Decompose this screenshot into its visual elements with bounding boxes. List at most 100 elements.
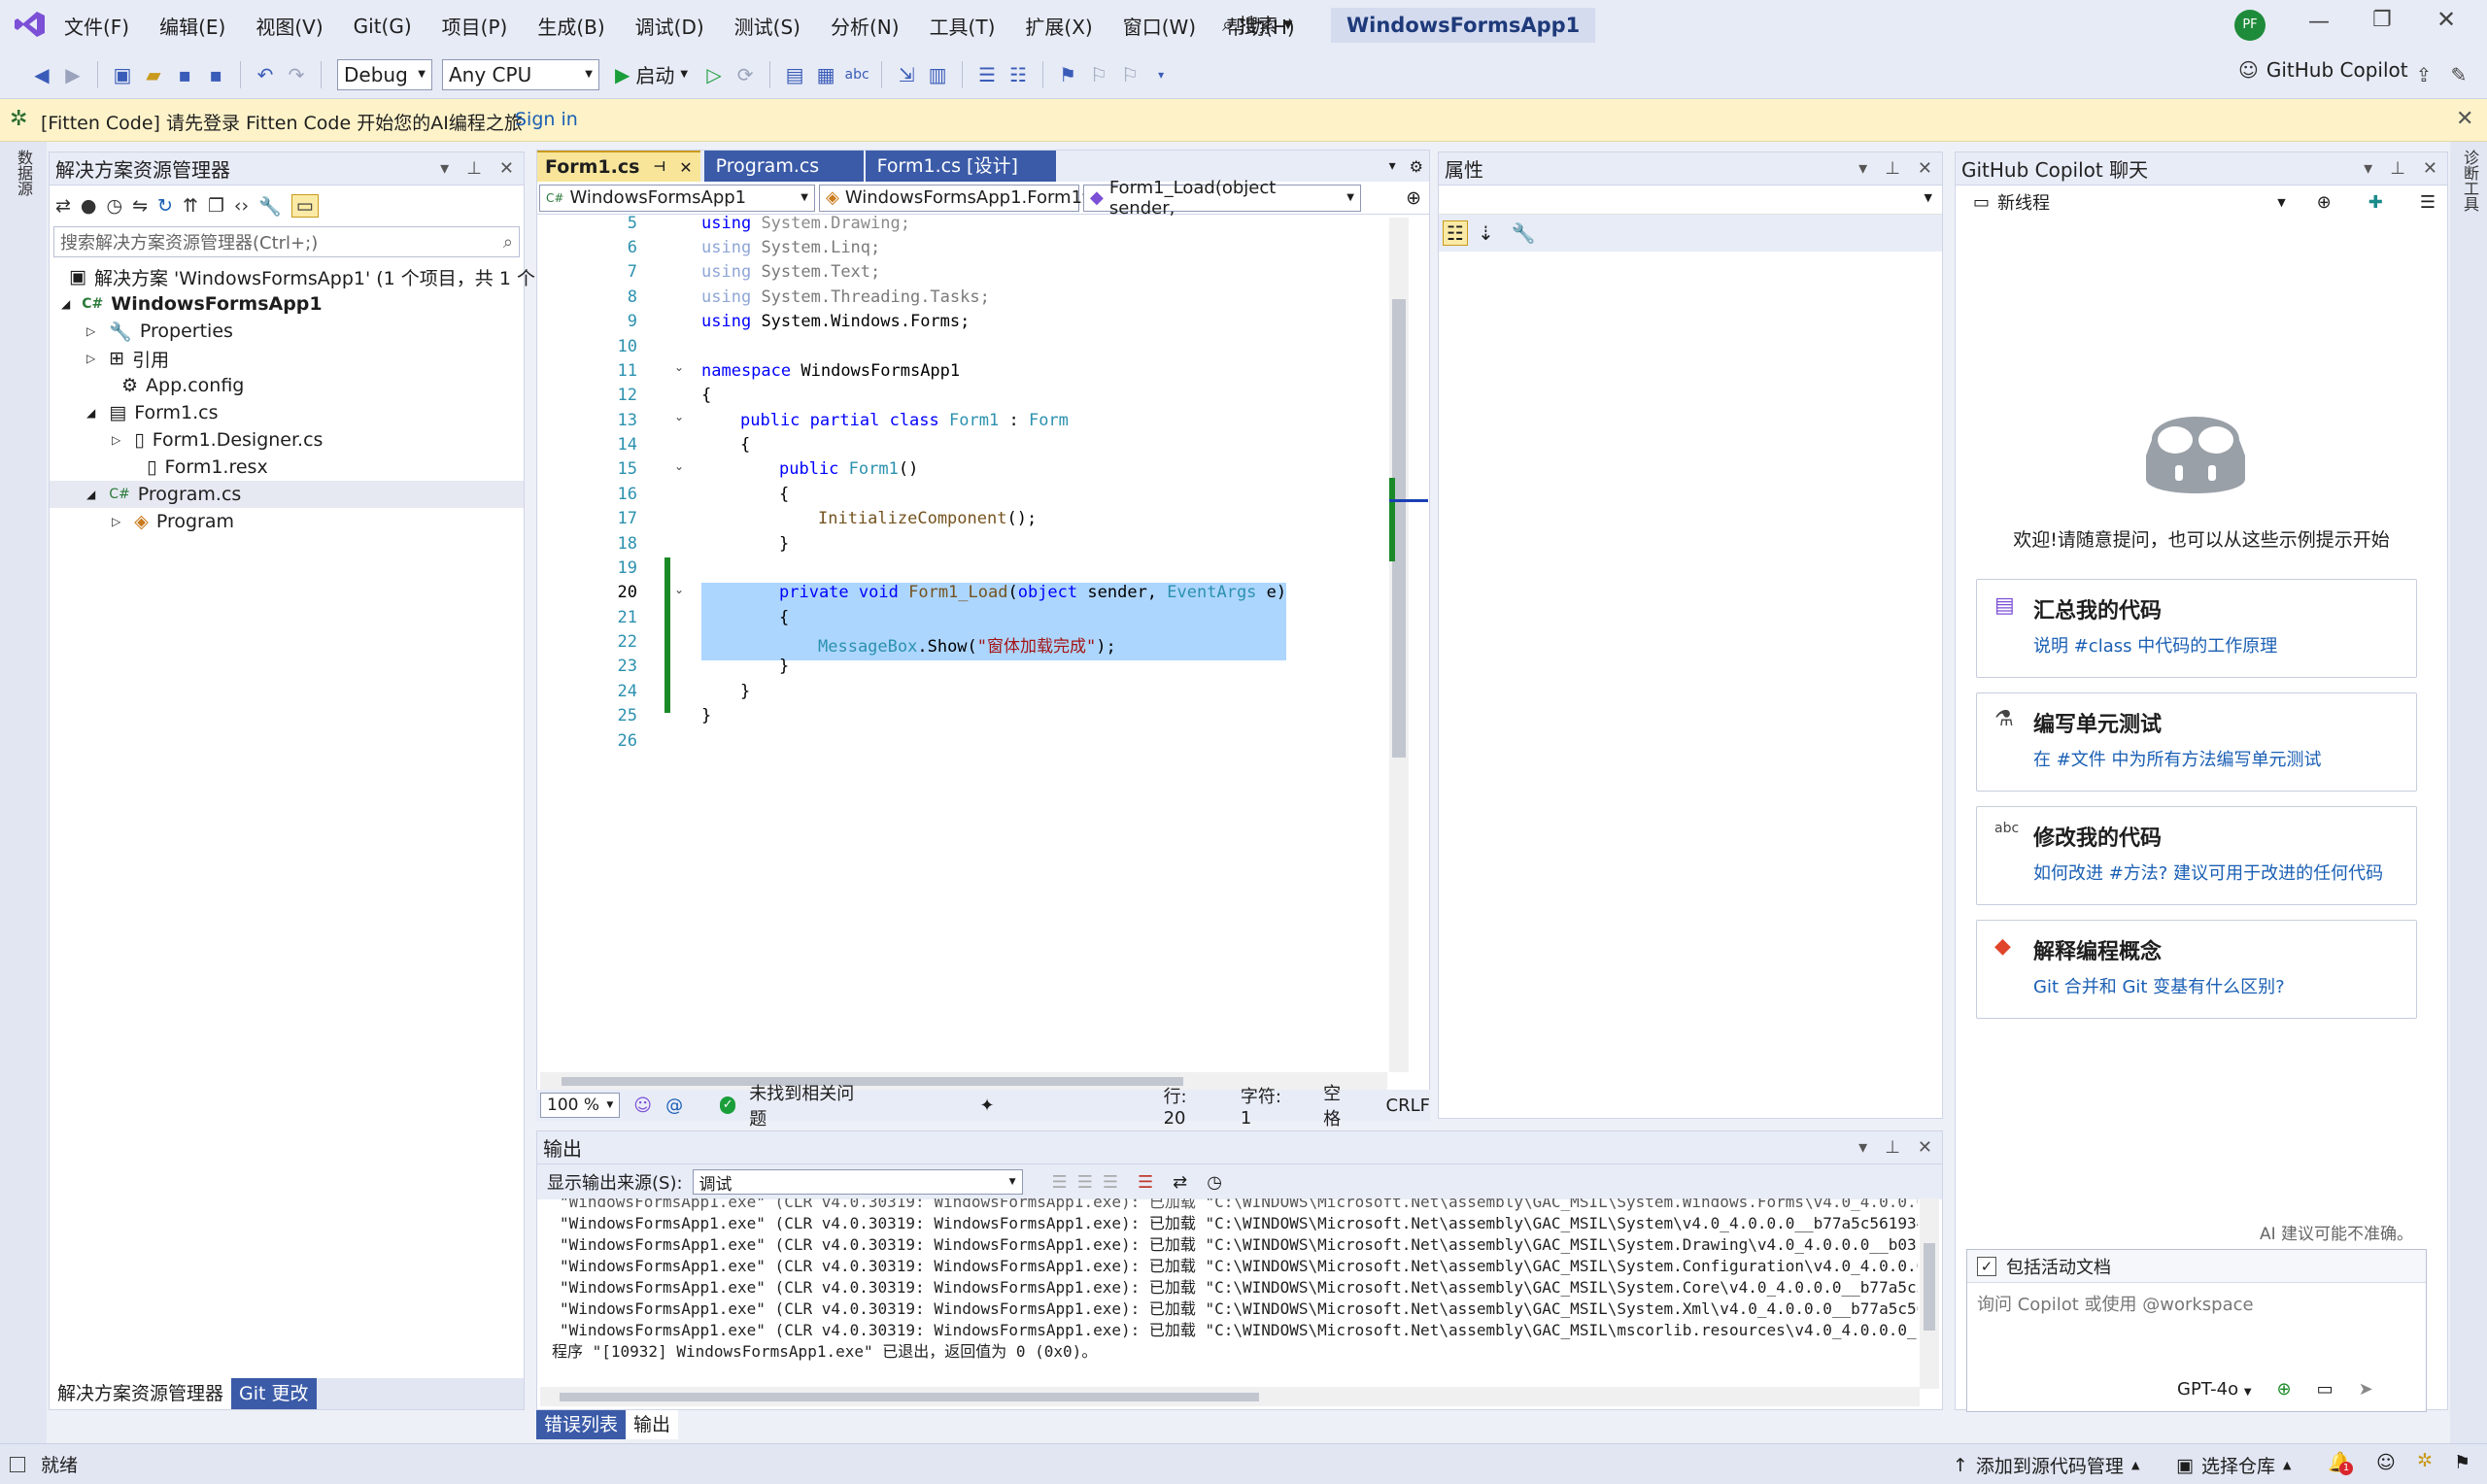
dropdown-icon[interactable]: ▾ xyxy=(440,158,449,179)
close-icon[interactable]: ✕ xyxy=(2423,158,2437,179)
issues-text[interactable]: 未找到相关问题 xyxy=(749,1080,859,1130)
menu-window[interactable]: 窗口(W) xyxy=(1123,12,1196,40)
browse-icon[interactable]: ▤ xyxy=(780,60,809,89)
data-sources-tab[interactable]: 数据源 xyxy=(12,150,35,196)
menu-tools[interactable]: 工具(T) xyxy=(930,12,996,40)
bookmark-next-icon[interactable]: ⚐ xyxy=(1115,60,1144,89)
prompt-card-explain[interactable]: ◆ 解释编程概念 Git 合并和 Git 变基有什么区别? xyxy=(1976,920,2417,1019)
undo-icon[interactable]: ↶ xyxy=(251,60,280,89)
feedback-icon[interactable]: ⚑ xyxy=(2454,1452,2470,1473)
close-icon[interactable]: ✕ xyxy=(679,158,692,177)
tab-program-cs[interactable]: Program.cs xyxy=(703,151,864,182)
avatar[interactable]: PF xyxy=(2234,10,2266,41)
cleanup-icon[interactable]: ✦ xyxy=(979,1096,994,1116)
whitespace-indicator[interactable]: 空格 xyxy=(1323,1080,1354,1130)
outdent-icon[interactable]: ☷ xyxy=(1004,60,1033,89)
sign-in-link[interactable]: Sign in xyxy=(515,109,578,130)
tab-error-list[interactable]: 错误列表 xyxy=(536,1410,627,1439)
chevron-down-icon[interactable]: ▼ xyxy=(2277,196,2285,209)
member-dropdown[interactable]: ◆ Form1_Load(object sender, ▼ xyxy=(1083,178,1361,219)
output-text[interactable]: "WindowsFormsApp1.exe" (CLR v4.0.30319: … xyxy=(538,1198,1918,1389)
close-icon[interactable]: ✕ xyxy=(1918,158,1932,179)
references-icon[interactable]: ▭ xyxy=(2317,1379,2334,1400)
indent-icon[interactable]: ☰ xyxy=(972,60,1002,89)
bookmark-icon[interactable]: ⚑ xyxy=(1053,60,1082,89)
word-wrap-icon[interactable]: ⇄ xyxy=(1173,1172,1187,1193)
goto-source-icon[interactable]: ☰ xyxy=(1052,1172,1068,1193)
intellicode-icon[interactable]: @ xyxy=(665,1096,683,1116)
alphabetical-icon[interactable]: ⇣ xyxy=(1478,221,1494,245)
close-window-button[interactable]: ✕ xyxy=(2436,6,2456,33)
hot-reload-icon[interactable]: ⟳ xyxy=(731,60,760,89)
new-chat-icon[interactable]: ✚ xyxy=(2368,192,2383,213)
close-icon[interactable]: ✕ xyxy=(2456,107,2473,131)
model-select[interactable]: GPT-4o ▼ xyxy=(2177,1379,2252,1400)
zoom-select[interactable]: 100 % ▼ xyxy=(540,1093,621,1118)
project-dropdown[interactable]: C# WindowsFormsApp1 ▼ xyxy=(539,184,815,212)
dropdown-icon[interactable]: ▾ xyxy=(1858,1137,1867,1158)
menu-test[interactable]: 测试(S) xyxy=(734,12,801,40)
start-without-debug-icon[interactable]: ▷ xyxy=(699,60,729,89)
overflow-icon[interactable]: ▾ xyxy=(1146,60,1175,89)
output-vertical-scrollbar[interactable] xyxy=(1920,1198,1939,1389)
open-folder-icon[interactable]: ▰ xyxy=(139,60,168,89)
diagnostic-tools-tab[interactable]: 诊断工具 xyxy=(2458,150,2481,212)
split-icon[interactable]: ⊕ xyxy=(1406,187,1421,209)
menu-analyze[interactable]: 分析(N) xyxy=(831,12,900,40)
tab-form1-designer[interactable]: Form1.cs [设计] xyxy=(865,151,1056,182)
menu-debug[interactable]: 调试(D) xyxy=(635,12,704,40)
settings-icon[interactable]: ⚙ xyxy=(1410,157,1423,176)
pin-icon[interactable]: ⊥ xyxy=(2390,158,2405,179)
property-pages-icon[interactable]: 🔧 xyxy=(1512,221,1536,245)
fitten-status-icon[interactable]: ✲ xyxy=(2417,1450,2433,1471)
thread-select[interactable]: 新线程 xyxy=(1997,189,2050,215)
tab-output[interactable]: 输出 xyxy=(626,1410,679,1439)
type-dropdown[interactable]: ◈WindowsFormsApp1.Form1▼ xyxy=(819,184,1090,212)
menu-edit[interactable]: 编辑(E) xyxy=(159,12,225,40)
chat-input-box[interactable]: ✓ 包括活动文档 询问 Copilot 或使用 @workspace GPT-4… xyxy=(1966,1249,2427,1412)
prompt-card-unit-tests[interactable]: ⚗ 编写单元测试 在 #文件 中为所有方法编写单元测试 xyxy=(1976,692,2417,792)
github-copilot-button[interactable]: ☺ GitHub Copilot xyxy=(2238,58,2408,82)
clear-all-icon[interactable]: ☰ xyxy=(1138,1172,1153,1193)
tab-form1-cs[interactable]: Form1.cs ⊣ ✕ xyxy=(537,151,700,182)
bookmark-prev-icon[interactable]: ⚐ xyxy=(1084,60,1113,89)
attach-icon[interactable]: ⊕ xyxy=(2277,1379,2292,1400)
redo-icon[interactable]: ↷ xyxy=(282,60,311,89)
forward-icon[interactable]: ▶ xyxy=(58,60,87,89)
search-button[interactable]: ⌕ 搜索 ▼ xyxy=(1222,10,1292,38)
save-icon[interactable]: ▪ xyxy=(170,60,199,89)
feedback-icon[interactable]: ✎ xyxy=(2444,60,2473,89)
dropdown-icon[interactable]: ▾ xyxy=(1858,158,1867,179)
back-icon[interactable]: ◀ xyxy=(27,60,56,89)
tab-solution-explorer[interactable]: 解决方案资源管理器 xyxy=(50,1378,232,1409)
close-icon[interactable]: ✕ xyxy=(499,158,514,179)
prompt-card-modify[interactable]: abc 修改我的代码 如何改进 #方法? 建议可用于改进的任何代码 xyxy=(1976,806,2417,905)
prev-message-icon[interactable]: ☰ xyxy=(1077,1172,1093,1193)
include-docs-checkbox[interactable]: ✓ xyxy=(1977,1256,1996,1276)
vs-logo-icon[interactable] xyxy=(14,10,47,39)
prompt-card-summarize[interactable]: ▤ 汇总我的代码 说明 #class 中代码的工作原理 xyxy=(1976,579,2417,678)
scroll-thumb[interactable] xyxy=(1924,1243,1935,1331)
clipboard-icon[interactable]: ▥ xyxy=(923,60,952,89)
chat-input[interactable]: 询问 Copilot 或使用 @workspace xyxy=(1967,1283,2426,1324)
pin-icon[interactable]: ⊣ xyxy=(653,159,665,175)
copilot-icon[interactable]: ☺ xyxy=(633,1096,652,1116)
share-icon[interactable]: ⇪ xyxy=(2409,60,2438,89)
menu-project[interactable]: 项目(P) xyxy=(442,12,508,40)
tab-git-changes[interactable]: Git 更改 xyxy=(231,1378,317,1409)
menu-icon[interactable]: ☰ xyxy=(2420,192,2436,213)
select-repository-button[interactable]: ▣ 选择仓库 ▲ xyxy=(2176,1452,2291,1478)
platform-select[interactable]: Any CPU ▼ xyxy=(442,58,599,90)
step-icon[interactable]: ⇲ xyxy=(892,60,921,89)
copilot-status-icon[interactable]: ☺ xyxy=(2376,1452,2396,1473)
save-all-icon[interactable]: ▪ xyxy=(201,60,230,89)
maximize-button[interactable]: ❐ xyxy=(2372,8,2392,32)
layout-icon[interactable]: ▦ xyxy=(811,60,840,89)
scroll-thumb[interactable] xyxy=(562,1077,1183,1086)
notifications-icon[interactable]: 🔔 1 xyxy=(2328,1450,2353,1475)
close-icon[interactable]: ✕ xyxy=(1918,1137,1932,1158)
menu-build[interactable]: 生成(B) xyxy=(537,12,604,40)
spell-check-icon[interactable]: abc xyxy=(842,60,871,89)
menu-git[interactable]: Git(G) xyxy=(354,15,412,38)
menu-view[interactable]: 视图(V) xyxy=(256,12,323,40)
